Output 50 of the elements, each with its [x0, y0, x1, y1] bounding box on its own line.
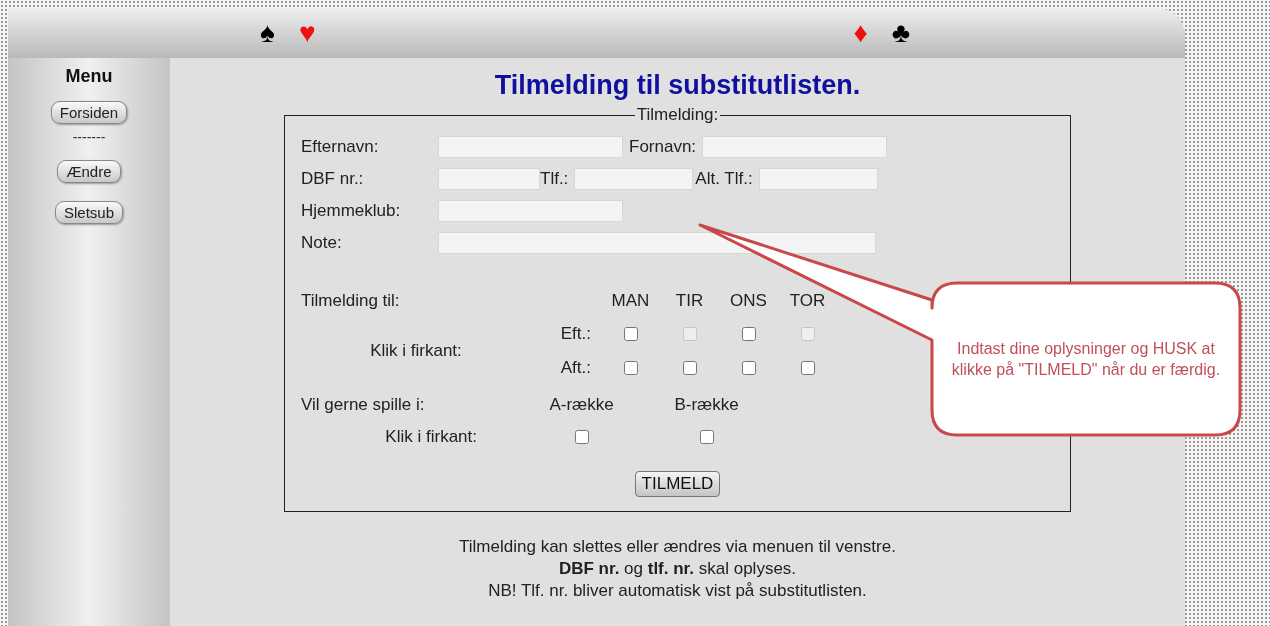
- section-label: Vil gerne spille i:: [301, 394, 426, 416]
- text-field[interactable]: [438, 136, 623, 158]
- day-checkbox[interactable]: [623, 327, 638, 341]
- day-checkbox[interactable]: [741, 361, 756, 375]
- text-field[interactable]: [438, 168, 540, 190]
- session-label: Eft.:: [559, 323, 592, 345]
- day-header: TOR: [788, 290, 827, 312]
- suit-symbol: ♠: [260, 19, 275, 47]
- day-header: MAN: [610, 290, 651, 312]
- field-label: Note:: [301, 233, 343, 253]
- field-label: Hjemmeklub:: [301, 201, 402, 221]
- suit-symbol: ♥: [298, 19, 316, 47]
- day-header: TIR: [674, 290, 705, 312]
- text-field[interactable]: [574, 168, 694, 190]
- day-checkbox[interactable]: [741, 327, 756, 341]
- day-checkbox[interactable]: [682, 361, 697, 375]
- suit-symbol: ♦: [853, 19, 868, 47]
- row-checkbox[interactable]: [574, 430, 589, 444]
- menu-separator: -------: [72, 130, 106, 144]
- info-text: DBF nr. og tlf. nr. skal oplyses.: [557, 558, 798, 580]
- menu-button[interactable]: Forsiden: [50, 101, 128, 124]
- suit-symbol: ♣: [891, 19, 911, 47]
- day-checkbox[interactable]: [800, 361, 815, 375]
- text-field[interactable]: [702, 136, 888, 158]
- info-text: Tilmelding kan slettes eller ændres via menuen til venstre.: [459, 536, 896, 558]
- field-label: DBF nr.:: [301, 169, 365, 189]
- form-legend: Tilmelding:: [634, 105, 721, 125]
- page-title: Tilmelding til substitutlisten.: [494, 70, 861, 101]
- hint-label: Klik i firkant:: [369, 340, 463, 362]
- day-checkbox[interactable]: [623, 361, 638, 375]
- submit-button[interactable]: TILMELD: [634, 471, 721, 497]
- field-label: Efternavn:: [301, 137, 380, 157]
- text-field[interactable]: [438, 200, 623, 222]
- day-header: ONS: [729, 290, 768, 312]
- menu-title: Menu: [65, 66, 113, 87]
- menu-button[interactable]: Ændre: [57, 160, 121, 183]
- option-label: A-række: [548, 394, 615, 416]
- text-field[interactable]: [438, 232, 876, 254]
- info-text: NB! Tlf. nr. bliver automatisk vist på substitutlisten.: [487, 580, 868, 602]
- row-checkbox[interactable]: [699, 430, 714, 444]
- option-label: B-række: [673, 394, 740, 416]
- text-field[interactable]: [758, 168, 878, 190]
- field-label: Fornavn:: [629, 137, 697, 157]
- session-label: Aft.:: [559, 357, 592, 379]
- hint-label: Klik i firkant:: [384, 426, 478, 448]
- menu-button[interactable]: Sletsub: [54, 201, 123, 224]
- field-label: Tlf.:: [540, 169, 569, 189]
- section-label: Tilmelding til:: [301, 290, 401, 312]
- callout-text: Indtast dine oplysninger og HUSK at klikke på "TILMELD" når du er færdig.: [950, 339, 1222, 380]
- field-label: Alt. Tlf.:: [695, 169, 753, 189]
